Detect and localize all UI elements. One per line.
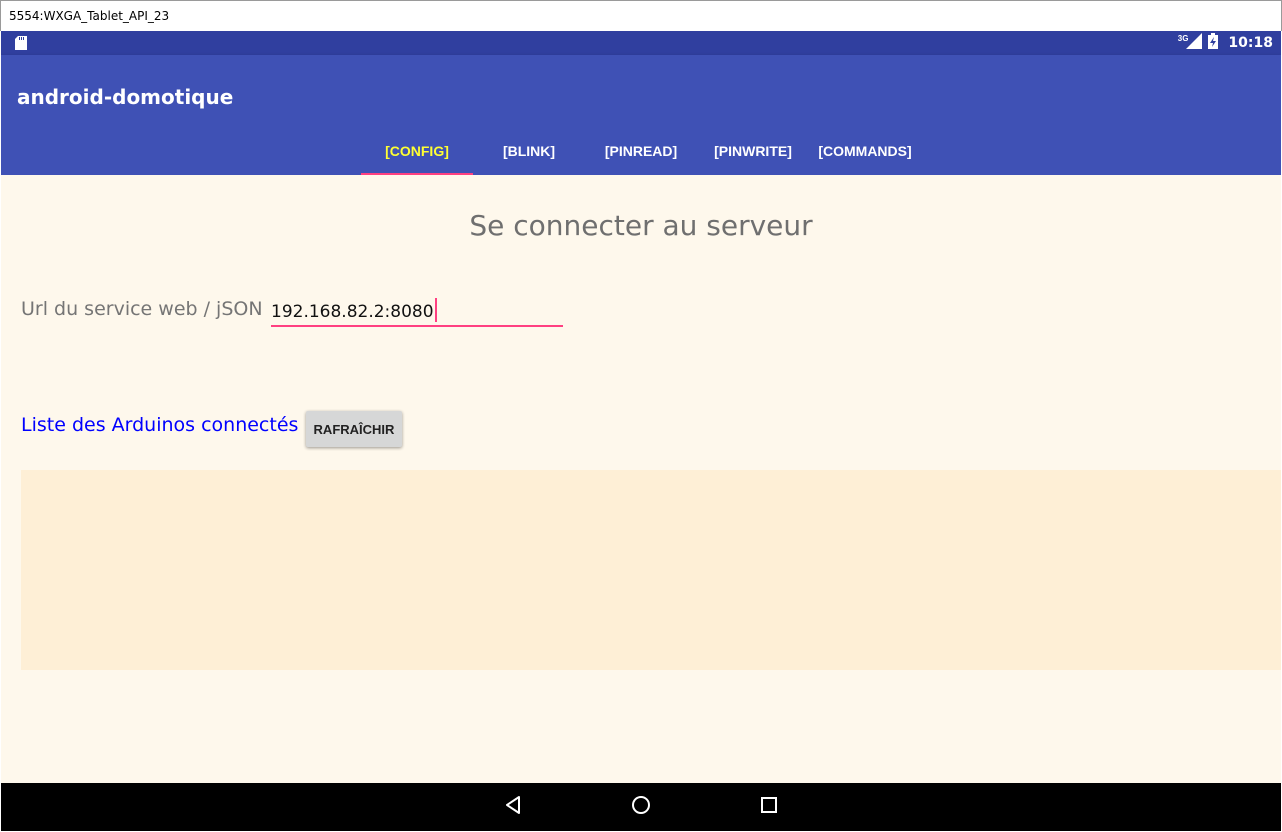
- recents-button[interactable]: [745, 783, 793, 831]
- app-bar: android-domotique [CONFIG] [BLINK] [PINR…: [1, 55, 1281, 175]
- url-label: Url du service web / jSON: [21, 298, 263, 320]
- arduinos-list-label: Liste des Arduinos connectés: [21, 414, 299, 436]
- window-titlebar: 5554:WXGA_Tablet_API_23: [0, 0, 1282, 31]
- tab-blink[interactable]: [BLINK]: [473, 127, 585, 175]
- sd-card-icon: [15, 36, 27, 55]
- window-title: 5554:WXGA_Tablet_API_23: [9, 9, 170, 23]
- status-time: 10:18: [1228, 35, 1273, 51]
- url-input[interactable]: 192.168.82.2:8080: [271, 291, 563, 327]
- network-type-label: 3G: [1177, 33, 1189, 43]
- tab-commands[interactable]: [COMMANDS]: [809, 127, 921, 175]
- home-button[interactable]: [617, 783, 665, 831]
- home-circle-icon: [631, 795, 651, 820]
- config-page: Se connecter au serveur Url du service w…: [1, 175, 1281, 783]
- status-bar: 3G 10:18: [1, 31, 1281, 55]
- navigation-bar: [1, 783, 1281, 831]
- tab-config[interactable]: [CONFIG]: [361, 127, 473, 175]
- recents-square-icon: [760, 796, 778, 819]
- refresh-button[interactable]: RAFRAÎCHIR: [306, 411, 402, 447]
- tab-pinwrite[interactable]: [PINWRITE]: [697, 127, 809, 175]
- battery-charging-icon: [1208, 32, 1219, 54]
- back-triangle-icon: [504, 795, 522, 820]
- signal-icon: [1186, 32, 1203, 54]
- tab-bar: [CONFIG] [BLINK] [PINREAD] [PINWRITE] [C…: [361, 127, 921, 175]
- text-cursor: [434, 298, 437, 322]
- tab-pinread[interactable]: [PINREAD]: [585, 127, 697, 175]
- arduinos-list[interactable]: [21, 470, 1281, 670]
- url-input-value[interactable]: 192.168.82.2:8080: [271, 298, 437, 324]
- page-heading: Se connecter au serveur: [469, 209, 813, 242]
- back-button[interactable]: [489, 783, 537, 831]
- device-screen: 3G 10:18 android-domotique [CONFIG] [BLI…: [1, 31, 1281, 831]
- app-title: android-domotique: [17, 85, 234, 109]
- status-icons: 3G 10:18: [1178, 31, 1273, 55]
